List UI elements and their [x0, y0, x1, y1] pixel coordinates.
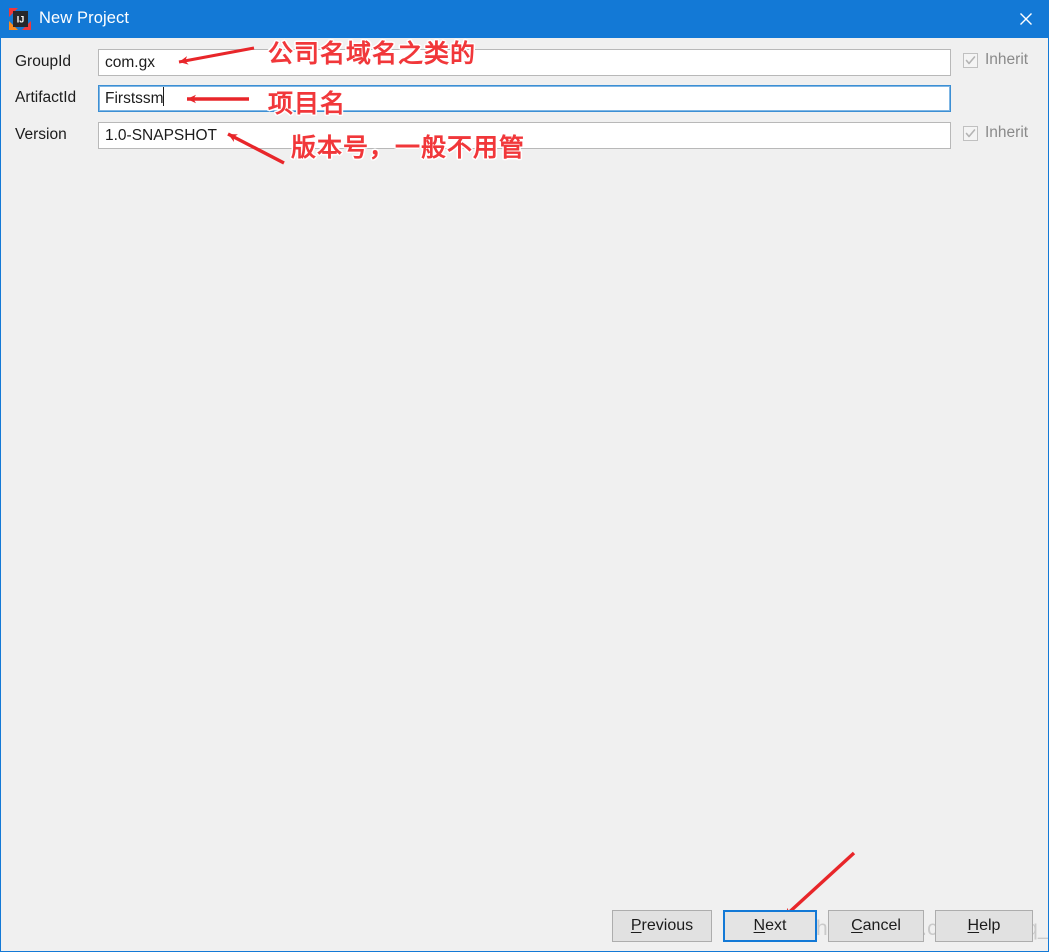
groupid-field[interactable]: [98, 49, 951, 76]
intellij-idea-icon: IJ: [9, 8, 31, 30]
checkbox-checked-icon[interactable]: [963, 126, 978, 141]
close-icon[interactable]: [1002, 0, 1049, 38]
form-row-groupid: GroupId Inherit: [1, 49, 1048, 76]
next-button[interactable]: Next: [723, 910, 817, 942]
next-button-mnemonic: N: [754, 917, 766, 934]
help-button-mnemonic: H: [968, 917, 980, 934]
checkbox-checked-icon[interactable]: [963, 53, 978, 68]
cancel-button-mnemonic: C: [851, 917, 863, 934]
text-caret: [163, 87, 164, 106]
form-row-artifactid: ArtifactId: [1, 85, 1048, 112]
version-inherit-checkbox-group[interactable]: Inherit: [963, 124, 1028, 142]
previous-button[interactable]: Previous: [612, 910, 712, 942]
artifactid-field[interactable]: [98, 85, 951, 112]
version-label: Version: [15, 126, 67, 144]
new-project-dialog: IJ New Project GroupId Inherit: [0, 0, 1049, 952]
title-bar: IJ New Project: [1, 0, 1049, 38]
annotation-text-version: 版本号，一般不用管: [291, 128, 525, 164]
groupid-inherit-label: Inherit: [985, 51, 1028, 69]
window-title: New Project: [39, 9, 129, 28]
previous-button-mnemonic: P: [631, 917, 642, 934]
artifactid-label: ArtifactId: [15, 89, 76, 107]
annotation-arrow-next-button: [784, 853, 854, 917]
svg-text:IJ: IJ: [17, 15, 25, 25]
help-button[interactable]: Help: [935, 910, 1033, 942]
dialog-button-bar: Previous Next Cancel Help: [1, 910, 1048, 944]
cancel-button[interactable]: Cancel: [828, 910, 924, 942]
groupid-inherit-checkbox-group[interactable]: Inherit: [963, 51, 1028, 69]
annotation-text-artifactid: 项目名: [268, 84, 346, 120]
groupid-label: GroupId: [15, 53, 71, 71]
version-inherit-label: Inherit: [985, 124, 1028, 142]
annotation-text-groupid: 公司名域名之类的: [268, 34, 476, 70]
